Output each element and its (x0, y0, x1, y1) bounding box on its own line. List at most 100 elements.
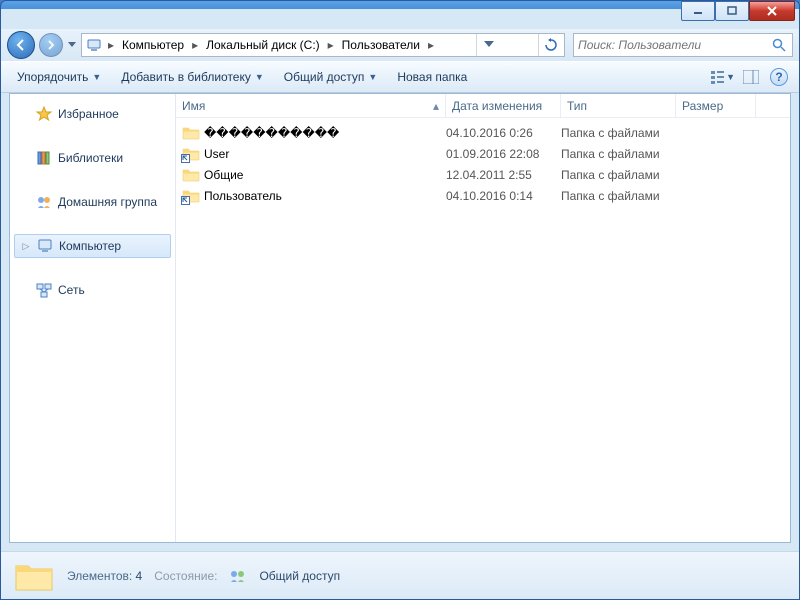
file-date: 04.10.2016 0:14 (446, 189, 561, 203)
column-headers: Имя ▴ Дата изменения Тип Размер (176, 94, 790, 118)
toolbar-label: Упорядочить (17, 70, 88, 84)
file-date: 01.09.2016 22:08 (446, 147, 561, 161)
file-row[interactable]: ����������� 04.10.2016 0:26 Папка с файл… (176, 122, 790, 143)
chevron-down-icon: ▼ (255, 72, 264, 82)
toolbar: Упорядочить ▼ Добавить в библиотеку ▼ Об… (1, 61, 799, 93)
file-name: ����������� (204, 126, 339, 140)
breadcrumb-segment[interactable]: Компьютер (118, 34, 188, 56)
sidebar-item-favorites[interactable]: Избранное (10, 102, 175, 126)
help-button[interactable]: ? (767, 65, 791, 89)
sidebar-item-network[interactable]: Сеть (10, 278, 175, 302)
breadcrumb-label: Компьютер (122, 38, 184, 52)
column-header-size[interactable]: Размер (676, 94, 756, 117)
sidebar: Избранное Библиотеки Домашняя группа ▷ К… (10, 94, 176, 542)
homegroup-icon (36, 194, 52, 210)
folder-icon (182, 167, 200, 183)
status-state-label: Состояние: (154, 569, 217, 583)
sidebar-item-label: Домашняя группа (58, 195, 157, 209)
nav-history-dropdown[interactable] (67, 33, 77, 57)
file-date: 12.04.2011 2:55 (446, 168, 561, 182)
close-button[interactable] (749, 1, 795, 21)
forward-button[interactable] (39, 33, 63, 57)
search-input[interactable] (578, 38, 770, 52)
file-name: Пользователь (204, 189, 282, 203)
column-header-type[interactable]: Тип (561, 94, 676, 117)
breadcrumb-segment[interactable]: Пользователи (338, 34, 424, 56)
column-label: Дата изменения (452, 99, 542, 113)
statusbar: Элементов: 4 Состояние: Общий доступ (1, 551, 799, 599)
file-row[interactable]: User 01.09.2016 22:08 Папка с файлами (176, 143, 790, 164)
expand-icon[interactable]: ▷ (21, 241, 31, 252)
sidebar-item-computer[interactable]: ▷ Компьютер (14, 234, 171, 258)
file-row[interactable]: Общие 12.04.2011 2:55 Папка с файлами (176, 164, 790, 185)
file-row[interactable]: Пользователь 04.10.2016 0:14 Папка с фай… (176, 185, 790, 206)
sidebar-item-label: Избранное (58, 107, 119, 121)
toolbar-label: Общий доступ (284, 70, 365, 84)
explorer-window: ▸ Компьютер ▸ Локальный диск (C:) ▸ Поль… (0, 0, 800, 600)
file-type: Папка с файлами (561, 147, 676, 161)
minimize-button[interactable] (681, 1, 715, 21)
folder-icon (182, 146, 200, 162)
status-elements-count: 4 (136, 569, 143, 583)
titlebar (1, 1, 799, 29)
breadcrumb-segment[interactable]: Локальный диск (C:) (202, 34, 324, 56)
sidebar-item-libraries[interactable]: Библиотеки (10, 146, 175, 170)
sidebar-item-label: Сеть (58, 283, 85, 297)
status-text: Элементов: 4 Состояние: Общий доступ (67, 568, 340, 584)
chevron-right-icon[interactable]: ▸ (104, 38, 118, 52)
column-header-name[interactable]: Имя ▴ (176, 94, 446, 117)
computer-icon (37, 238, 53, 254)
sort-indicator-icon: ▴ (433, 99, 439, 113)
status-elements-label: Элементов: (67, 569, 132, 583)
file-list: ����������� 04.10.2016 0:26 Папка с файл… (176, 118, 790, 542)
chevron-right-icon[interactable]: ▸ (424, 38, 438, 52)
star-icon (36, 106, 52, 122)
column-label: Размер (682, 99, 723, 113)
new-folder-button[interactable]: Новая папка (389, 66, 475, 88)
sidebar-item-label: Компьютер (59, 239, 121, 253)
share-icon (229, 568, 247, 584)
search-icon[interactable] (770, 38, 788, 52)
view-options-button[interactable]: ▼ (711, 65, 735, 89)
toolbar-label: Новая папка (397, 70, 467, 84)
libraries-icon (36, 150, 52, 166)
refresh-button[interactable] (538, 34, 562, 56)
file-type: Папка с файлами (561, 126, 676, 140)
chevron-down-icon: ▼ (92, 72, 101, 82)
chevron-right-icon[interactable]: ▸ (324, 38, 338, 52)
breadcrumb-label: Локальный диск (C:) (206, 38, 320, 52)
chevron-down-icon: ▼ (368, 72, 377, 82)
back-button[interactable] (7, 31, 35, 59)
folder-icon (182, 188, 200, 204)
include-in-library-button[interactable]: Добавить в библиотеку ▼ (113, 66, 271, 88)
address-dropdown-button[interactable] (476, 34, 500, 56)
preview-pane-button[interactable] (739, 65, 763, 89)
file-name: User (204, 147, 229, 161)
search-box[interactable] (573, 33, 793, 57)
share-button[interactable]: Общий доступ ▼ (276, 66, 386, 88)
window-buttons (681, 1, 795, 21)
file-name: Общие (204, 168, 243, 182)
content-area: Имя ▴ Дата изменения Тип Размер ��������… (176, 94, 790, 542)
folder-icon (182, 125, 200, 141)
toolbar-label: Добавить в библиотеку (121, 70, 251, 84)
column-label: Имя (182, 99, 205, 113)
sidebar-item-homegroup[interactable]: Домашняя группа (10, 190, 175, 214)
breadcrumb-label: Пользователи (342, 38, 420, 52)
network-icon (36, 282, 52, 298)
breadcrumb[interactable]: ▸ Компьютер ▸ Локальный диск (C:) ▸ Поль… (81, 33, 565, 57)
file-type: Папка с файлами (561, 189, 676, 203)
chevron-down-icon: ▼ (726, 72, 735, 82)
body: Избранное Библиотеки Домашняя группа ▷ К… (9, 93, 791, 543)
file-type: Папка с файлами (561, 168, 676, 182)
column-header-date[interactable]: Дата изменения (446, 94, 561, 117)
column-label: Тип (567, 99, 587, 113)
maximize-button[interactable] (715, 1, 749, 21)
folder-icon (13, 558, 55, 594)
chevron-right-icon[interactable]: ▸ (188, 38, 202, 52)
organize-button[interactable]: Упорядочить ▼ (9, 66, 109, 88)
navigation-row: ▸ Компьютер ▸ Локальный диск (C:) ▸ Поль… (1, 29, 799, 61)
file-date: 04.10.2016 0:26 (446, 126, 561, 140)
computer-icon (84, 35, 104, 55)
status-state-value: Общий доступ (259, 569, 340, 583)
